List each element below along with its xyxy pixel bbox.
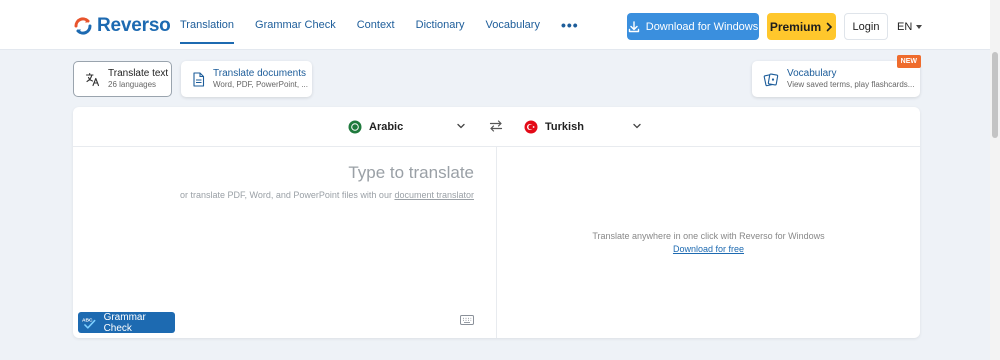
interface-language-select[interactable]: EN — [897, 13, 923, 40]
document-icon — [193, 71, 205, 87]
abc-check-icon: ABC — [82, 317, 96, 329]
source-text-input[interactable]: Type to translate — [73, 163, 474, 183]
translate-icon — [85, 72, 100, 86]
download-icon — [628, 20, 639, 32]
mode-translate-text-title: Translate text — [108, 68, 169, 79]
logo-text: Reverso — [97, 15, 171, 36]
language-bar: Arabic Turkish — [73, 107, 920, 147]
nav-context[interactable]: Context — [349, 0, 403, 50]
download-label: Download for Windows — [645, 20, 759, 33]
mode-vocabulary-title: Vocabulary — [787, 68, 837, 79]
document-translator-link[interactable]: document translator — [394, 190, 474, 200]
source-chevron-down-icon[interactable] — [456, 121, 466, 131]
mode-vocabulary[interactable]: Vocabulary View saved terms, play flashc… — [752, 55, 921, 97]
mode-vocabulary-subtitle: View saved terms, play flashcards... — [787, 80, 915, 89]
download-free-link[interactable]: Download for free — [497, 244, 920, 254]
saudi-flag-icon — [348, 120, 362, 134]
target-chevron-down-icon[interactable] — [632, 121, 642, 131]
grammar-check-label: Grammar Check — [103, 311, 146, 334]
source-language-label: Arabic — [369, 121, 404, 133]
mode-translate-documents-subtitle: Word, PDF, PowerPoint, ... — [213, 80, 308, 89]
mode-translate-text[interactable]: Translate text 26 languages — [73, 61, 172, 97]
reverso-logo-icon — [74, 17, 92, 35]
mode-translate-documents[interactable]: Translate documents Word, PDF, PowerPoin… — [181, 61, 312, 97]
reverso-logo[interactable]: Reverso — [72, 13, 171, 39]
nav-translation[interactable]: Translation — [172, 0, 242, 50]
panel-divider — [496, 147, 497, 338]
target-info-text: Translate anywhere in one click with Rev… — [592, 231, 825, 241]
translator-panel: Arabic Turkish Type to translate or tran… — [73, 107, 920, 338]
interface-language-label: EN — [897, 20, 913, 33]
premium-button[interactable]: Premium — [767, 13, 836, 40]
source-language-select[interactable]: Arabic — [348, 107, 403, 147]
target-language-label: Turkish — [545, 121, 584, 133]
nav-dictionary[interactable]: Dictionary — [408, 0, 473, 50]
keyboard-icon[interactable] — [460, 315, 474, 325]
premium-label: Premium — [769, 19, 822, 34]
download-windows-button[interactable]: Download for Windows — [627, 13, 759, 40]
mode-translate-text-subtitle: 26 languages — [108, 80, 157, 89]
turkey-flag-icon — [524, 120, 538, 134]
scrollbar-thumb[interactable] — [992, 52, 998, 138]
flashcards-icon — [763, 72, 779, 86]
nav-vocabulary[interactable]: Vocabulary — [478, 0, 548, 50]
target-language-select[interactable]: Turkish — [524, 107, 584, 147]
svg-text:ABC: ABC — [82, 317, 93, 323]
source-hint-text: or translate PDF, Word, and PowerPoint f… — [180, 190, 395, 200]
page-scrollbar[interactable] — [990, 0, 1000, 360]
top-header: Reverso Translation Grammar Check Contex… — [0, 0, 1000, 50]
nav-more-button[interactable]: ••• — [553, 0, 587, 50]
chevron-right-icon — [826, 22, 833, 31]
mode-translate-documents-labels: Translate documents Word, PDF, PowerPoin… — [213, 68, 308, 90]
mode-translate-text-labels: Translate text 26 languages — [108, 68, 168, 90]
mode-translate-documents-title: Translate documents — [213, 68, 307, 79]
login-button[interactable]: Login — [844, 13, 888, 40]
grammar-check-button[interactable]: ABC Grammar Check — [78, 311, 175, 334]
mode-vocabulary-labels: Vocabulary View saved terms, play flashc… — [787, 68, 914, 90]
new-badge: NEW — [896, 55, 921, 68]
main-nav: Translation Grammar Check Context Dictio… — [172, 0, 592, 50]
nav-grammar-check[interactable]: Grammar Check — [247, 0, 344, 50]
swap-arrows-icon[interactable] — [489, 119, 503, 133]
source-hint: or translate PDF, Word, and PowerPoint f… — [73, 190, 474, 200]
caret-down-icon — [916, 24, 923, 29]
